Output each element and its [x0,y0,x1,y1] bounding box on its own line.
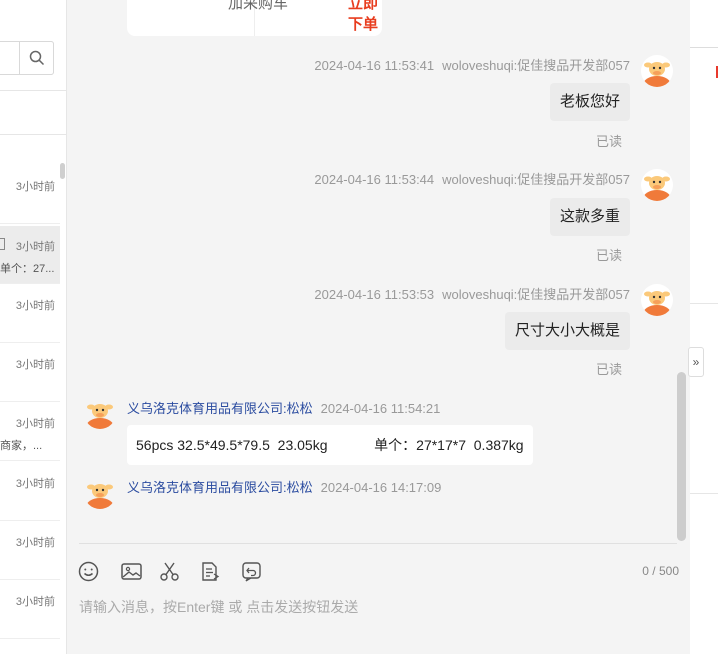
conversation-item[interactable]: 3小时前 商家，... [0,403,60,461]
search-icon [29,50,44,66]
conversation-item[interactable]: 3小时前 [0,166,60,224]
message-input[interactable]: 请输入消息，按Enter键 或 点击发送按钮发送 [79,597,358,617]
message-timestamp: 2024-04-16 14:17:09 [320,480,442,495]
search-button[interactable] [19,41,54,75]
avatar[interactable] [641,284,673,316]
avatar-cow-icon [641,55,673,87]
avatar[interactable] [641,169,673,201]
recall-icon [241,561,261,582]
message-sender: woloveshuqi:促佳搜品开发部057 [442,287,630,302]
document-icon [201,561,219,581]
avatar-cow-icon [84,397,116,429]
avatar-cow-icon [641,169,673,201]
message-sender: woloveshuqi:促佳搜品开发部057 [442,58,630,73]
conversation-time: 3小时前 [15,300,55,312]
conversation-time: 3小时前 [15,537,55,549]
avatar-cow-icon [84,477,116,509]
conversation-time: 3小时前 [15,478,55,490]
message-meta: 2024-04-16 11:53:41 woloveshuqi:促佳搜品开发部05… [314,55,630,74]
message-sender[interactable]: 义乌洛克体育用品有限公司:松松 [127,401,313,416]
conversation-time: 3小时前 [15,418,55,430]
divider [690,47,718,48]
conversation-item[interactable]: 3小时前 [0,344,60,402]
recall-button[interactable] [240,560,262,582]
read-status: 已读 [595,362,622,377]
add-to-cart-button[interactable]: 加采购车 [228,0,288,13]
chevron-double-right-icon: » [692,355,700,369]
message-timestamp: 2024-04-16 11:53:53 [314,287,435,302]
conversation-item[interactable]: 3小时前 [0,581,60,639]
conversation-time: 3小时前 [15,359,55,371]
message-bubble[interactable]: 这款多重 [549,198,630,236]
avatar[interactable] [641,55,673,87]
message-bubble[interactable]: 56pcs 32.5*49.5*79.5 23.05kg 单个：27*17*7 … [127,425,533,465]
divider [79,543,677,544]
message-meta: 2024-04-16 11:53:44 woloveshuqi:促佳搜品开发部05… [314,169,630,188]
message-timestamp: 2024-04-16 11:53:44 [314,172,435,187]
message-timestamp: 2024-04-16 11:54:21 [320,401,441,416]
emoji-icon [78,561,98,581]
conversation-tag-icon [0,238,5,250]
right-panel [690,0,718,654]
conversation-time: 3小时前 [15,596,55,608]
buy-now-button[interactable]: 立即下单 [348,0,382,34]
conversation-time: 3小时前 [15,241,55,253]
message-meta: 义乌洛克体育用品有限公司:松松 2024-04-16 14:17:09 [127,477,441,496]
conversation-preview: 商家，... [0,440,43,452]
message-meta: 义乌洛克体育用品有限公司:松松 2024-04-16 11:54:21 [127,398,440,417]
conversation-item[interactable]: 3小时前 单个：27... [0,226,60,284]
message-sender: woloveshuqi:促佳搜品开发部057 [442,172,630,187]
conversation-item[interactable]: 3小时前 [0,522,60,580]
chat-scrollbar[interactable] [677,372,686,541]
image-button[interactable] [120,560,142,582]
product-card: 加采购车 立即下单 [127,0,382,36]
avatar[interactable] [84,397,116,429]
screenshot-button[interactable] [158,560,180,582]
image-icon [120,562,142,580]
message-bubble[interactable]: 尺寸大小大概是 [504,312,630,350]
sidebar-scrollbar[interactable] [60,163,65,179]
document-button[interactable] [198,560,220,582]
message-timestamp: 2024-04-16 11:53:41 [314,58,435,73]
char-counter: 0 / 500 [642,564,679,578]
emoji-button[interactable] [77,560,99,582]
divider [690,493,718,494]
scissors-icon [159,562,179,581]
avatar-cow-icon [641,284,673,316]
message-meta: 2024-04-16 11:53:53 woloveshuqi:促佳搜品开发部05… [314,284,630,303]
message-bubble[interactable]: 老板您好 [549,83,630,121]
avatar[interactable] [84,477,116,509]
chat-panel: 加采购车 立即下单 2024-04-16 11:53:41 woloveshuqi… [67,0,690,654]
conversation-time: 3小时前 [15,181,55,193]
conversation-preview: 单个：27... [0,263,55,275]
conversation-sidebar: 3小时前 3小时前 单个：27... 3小时前 3小时前 3小时前 商家，...… [0,0,67,654]
collapse-button[interactable]: » [688,347,704,377]
read-status: 已读 [595,248,622,263]
divider [690,303,718,304]
divider [0,134,66,135]
divider [0,90,66,91]
read-status: 已读 [595,134,622,149]
conversation-item[interactable]: 3小时前 [0,285,60,343]
message-sender[interactable]: 义乌洛克体育用品有限公司:松松 [127,480,313,495]
conversation-item[interactable]: 3小时前 [0,463,60,521]
